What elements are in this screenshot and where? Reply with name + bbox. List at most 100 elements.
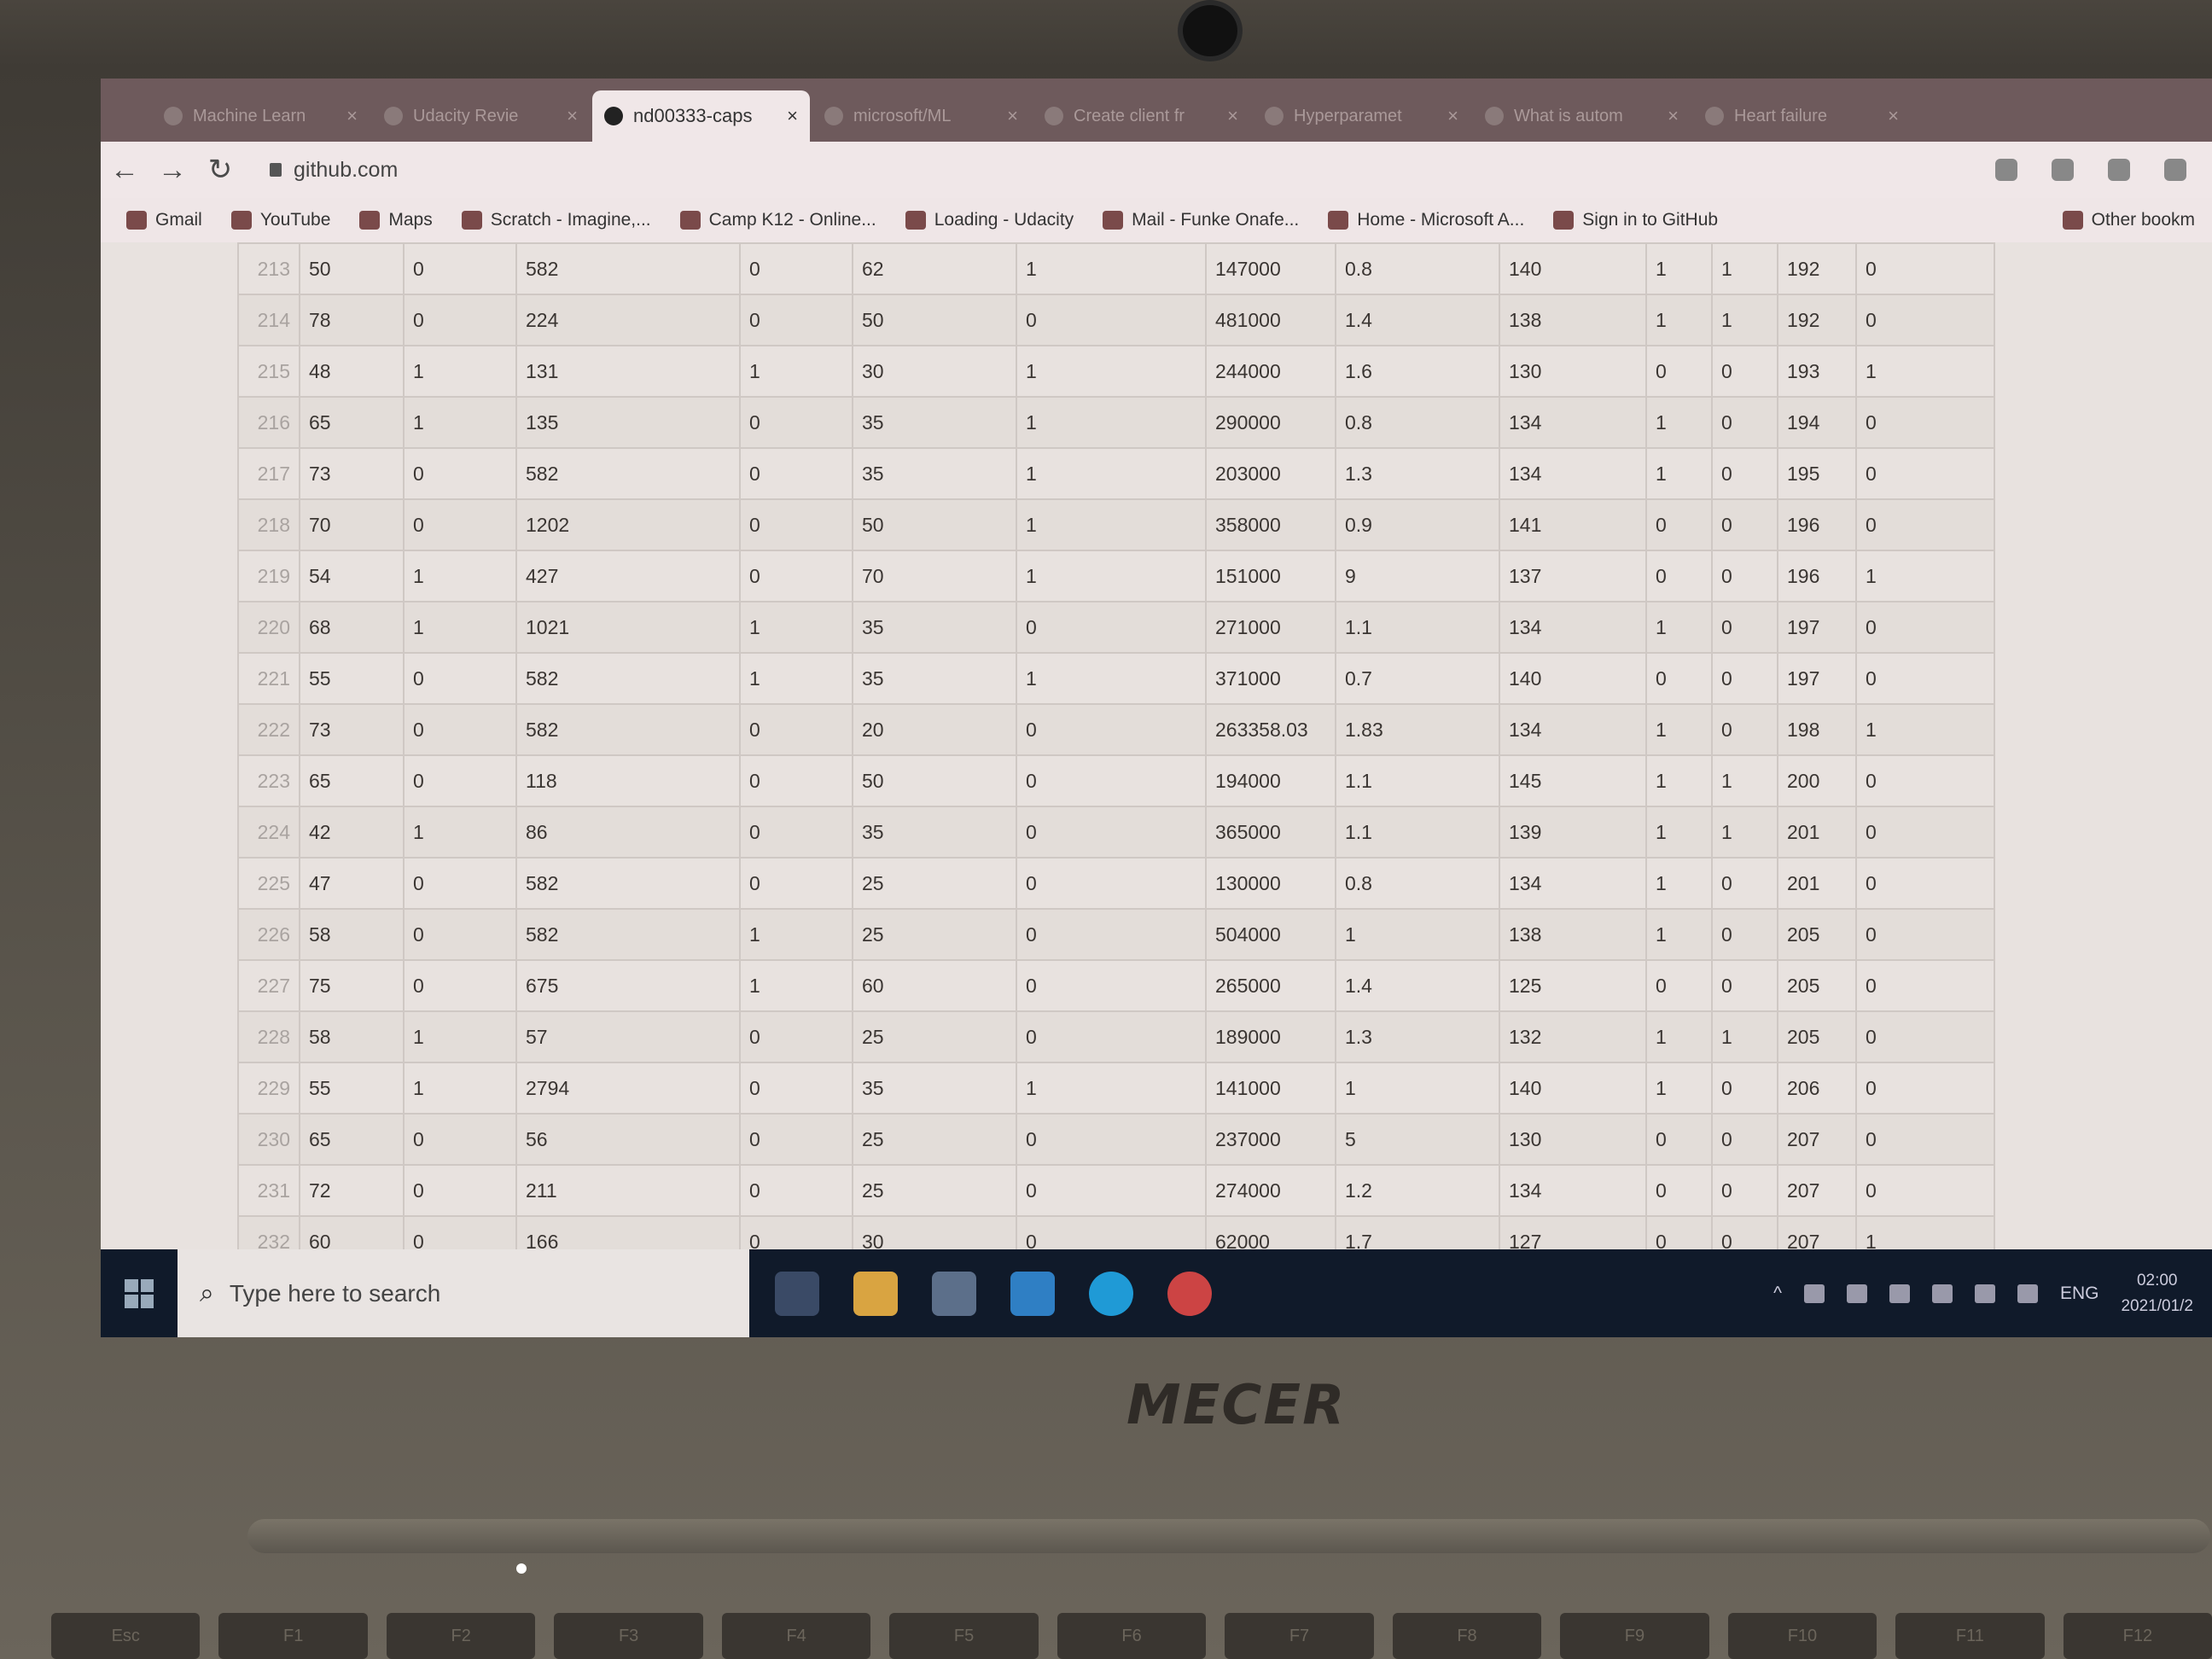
table-cell: 1.2 bbox=[1335, 1164, 1500, 1217]
tab-label: Heart failure bbox=[1734, 106, 1827, 125]
table-cell: 0 bbox=[1645, 652, 1713, 705]
table-cell: 0 bbox=[1016, 1113, 1207, 1166]
table-cell: 130000 bbox=[1205, 857, 1336, 910]
clock[interactable]: 02:00 2021/01/2 bbox=[2121, 1268, 2193, 1319]
table-row: 227 75 0 675 1 60 0 265000 1.4 125 0 0 205 0 bbox=[237, 959, 1995, 1012]
tab-heart-failure[interactable]: Heart failure × bbox=[1693, 90, 1911, 142]
table-cell: 70 bbox=[852, 550, 1017, 602]
table-cell: 0 bbox=[403, 1164, 517, 1217]
tab-hyperparameter[interactable]: Hyperparamet × bbox=[1253, 90, 1470, 142]
meet-now-icon[interactable] bbox=[1803, 1284, 1825, 1303]
tab-nd00333-capstone[interactable]: nd00333-caps × bbox=[592, 90, 810, 142]
table-row: 220 68 1 1021 1 35 0 271000 1.1 134 1 0 197 0 bbox=[237, 601, 1995, 654]
tab-udacity-review[interactable]: Udacity Revie × bbox=[372, 90, 590, 142]
bookmark-maps[interactable]: Maps bbox=[359, 210, 433, 230]
csv-table-view: 213 50 0 582 0 62 1 147000 0.8 140 1 1 192 0 214 78 0 224… bbox=[101, 242, 2212, 1258]
table-cell: 1 bbox=[1645, 857, 1713, 910]
mail-icon[interactable] bbox=[1010, 1271, 1055, 1316]
table-cell: 1 bbox=[739, 959, 853, 1012]
extension-icon[interactable] bbox=[2108, 159, 2130, 181]
table-cell: 192 bbox=[1777, 294, 1857, 346]
bookmark-gmail[interactable]: Gmail bbox=[126, 210, 202, 230]
close-icon[interactable]: × bbox=[1668, 105, 1679, 127]
table-row: 230 65 0 56 0 25 0 237000 5 130 0 0 207 0 bbox=[237, 1113, 1995, 1166]
keyboard-key: F1 bbox=[218, 1613, 368, 1659]
file-explorer-icon[interactable] bbox=[853, 1271, 898, 1316]
bookmark-microsoft-azure[interactable]: Home - Microsoft A... bbox=[1328, 210, 1524, 230]
table-cell: 0 bbox=[1711, 601, 1778, 654]
table-cell: 0 bbox=[1711, 1164, 1778, 1217]
bookmark-label: Maps bbox=[388, 210, 433, 230]
reload-icon[interactable]: ↻ bbox=[196, 153, 244, 187]
table-cell: 1.6 bbox=[1335, 345, 1500, 398]
wifi-icon[interactable] bbox=[1974, 1284, 1995, 1303]
table-cell: 675 bbox=[515, 959, 741, 1012]
profile-icon[interactable] bbox=[2164, 159, 2186, 181]
table-row: 219 54 1 427 0 70 1 151000 9 137 0 0 196 1 bbox=[237, 550, 1995, 602]
table-cell: 197 bbox=[1777, 652, 1857, 705]
table-cell: 192 bbox=[1777, 242, 1857, 295]
bookmark-other[interactable]: Other bookm bbox=[2062, 210, 2212, 230]
store-icon[interactable] bbox=[932, 1271, 976, 1316]
close-icon[interactable]: × bbox=[346, 105, 358, 127]
bookmark-youtube[interactable]: YouTube bbox=[230, 210, 330, 230]
volume-icon[interactable] bbox=[2017, 1284, 2038, 1303]
table-cell: 1 bbox=[1016, 550, 1207, 602]
start-button[interactable] bbox=[101, 1249, 178, 1337]
table-cell: 47 bbox=[299, 857, 405, 910]
table-cell: 1 bbox=[1855, 550, 1995, 602]
close-icon[interactable]: × bbox=[567, 105, 578, 127]
onedrive-icon[interactable] bbox=[1846, 1284, 1867, 1303]
bookmark-udacity[interactable]: Loading - Udacity bbox=[905, 210, 1074, 230]
task-view-icon[interactable] bbox=[775, 1271, 819, 1316]
keyboard-key: F11 bbox=[1895, 1613, 2045, 1659]
table-cell: 75 bbox=[299, 959, 405, 1012]
udacity-icon bbox=[164, 107, 183, 125]
table-cell: 290000 bbox=[1205, 396, 1336, 449]
battery-icon[interactable] bbox=[1931, 1284, 1953, 1303]
camp-k12-icon bbox=[679, 211, 701, 230]
show-hidden-icons-icon[interactable]: ^ bbox=[1773, 1284, 1782, 1304]
close-icon[interactable]: × bbox=[787, 105, 798, 127]
row-index: 216 bbox=[237, 396, 300, 449]
forward-arrow-icon[interactable]: → bbox=[148, 154, 196, 187]
table-cell: 0 bbox=[1016, 1010, 1207, 1063]
tab-machine-learning[interactable]: Machine Learn × bbox=[152, 90, 370, 142]
taskbar-search[interactable]: ⌕ Type here to search bbox=[178, 1249, 749, 1337]
address-bar[interactable]: github.com bbox=[253, 150, 1976, 189]
close-icon[interactable]: × bbox=[1007, 105, 1018, 127]
github-icon bbox=[604, 107, 623, 125]
table-cell: 358000 bbox=[1205, 498, 1336, 551]
row-index: 230 bbox=[237, 1113, 300, 1166]
bookmarks-bar: Gmail YouTube Maps Scratch - Imagine,...… bbox=[101, 198, 2212, 242]
language-indicator[interactable]: ENG bbox=[2060, 1284, 2099, 1304]
table-cell: 1 bbox=[1855, 345, 1995, 398]
bookmark-mail[interactable]: Mail - Funke Onafe... bbox=[1103, 210, 1299, 230]
close-icon[interactable]: × bbox=[1227, 105, 1238, 127]
table-cell: 1202 bbox=[515, 498, 741, 551]
back-arrow-icon[interactable]: ← bbox=[101, 154, 148, 187]
bookmark-scratch[interactable]: Scratch - Imagine,... bbox=[461, 210, 651, 230]
star-icon[interactable] bbox=[1995, 159, 2017, 181]
tab-what-is-automl[interactable]: What is autom × bbox=[1473, 90, 1691, 142]
table-cell: 0 bbox=[1016, 754, 1207, 807]
table-cell: 125 bbox=[1499, 959, 1647, 1012]
chrome-icon[interactable] bbox=[1167, 1271, 1212, 1316]
close-icon[interactable]: × bbox=[1888, 105, 1899, 127]
bookmark-camp-k12[interactable]: Camp K12 - Online... bbox=[679, 210, 876, 230]
url-text: github.com bbox=[294, 157, 399, 182]
tab-microsoft-ml[interactable]: microsoft/ML × bbox=[812, 90, 1030, 142]
table-cell: 0 bbox=[739, 1164, 853, 1217]
close-icon[interactable]: × bbox=[1447, 105, 1458, 127]
table-cell: 0 bbox=[739, 754, 853, 807]
edge-icon[interactable] bbox=[1089, 1271, 1133, 1316]
tab-create-client[interactable]: Create client fr × bbox=[1033, 90, 1250, 142]
table-cell: 0 bbox=[403, 908, 517, 961]
table-cell: 135 bbox=[515, 396, 741, 449]
bookmark-github-signin[interactable]: Sign in to GitHub bbox=[1553, 210, 1718, 230]
extension-shield-icon[interactable] bbox=[2052, 159, 2074, 181]
onedrive-business-icon[interactable] bbox=[1889, 1284, 1910, 1303]
table-row: 224 42 1 86 0 35 0 365000 1.1 139 1 1 201 0 bbox=[237, 806, 1995, 859]
row-index: 225 bbox=[237, 857, 300, 910]
table-cell: 582 bbox=[515, 652, 741, 705]
